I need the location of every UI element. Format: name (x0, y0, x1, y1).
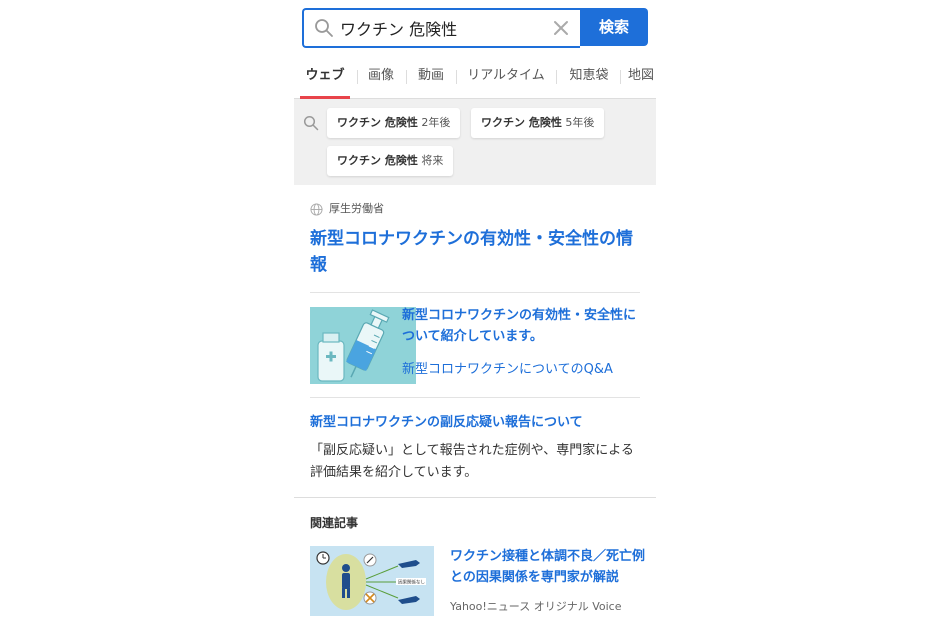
search-tabs: ウェブ 画像 動画 リアルタイム 知恵袋 地図 (294, 56, 656, 99)
search-input[interactable] (340, 14, 540, 42)
section-divider (294, 497, 656, 498)
result-sub-title-2[interactable]: 新型コロナワクチンの副反応疑い報告について (310, 411, 583, 430)
suggestion-bold: ワクチン 危険性 (337, 154, 418, 167)
tab-videos[interactable]: 動画 (414, 56, 448, 98)
search-icon (315, 19, 333, 37)
tab-images[interactable]: 画像 (364, 56, 398, 98)
search-icon (303, 115, 319, 131)
suggestion-rest: 2年後 (421, 116, 451, 129)
tab-web[interactable]: ウェブ (300, 56, 350, 99)
result-site: 厚生労働省 (310, 200, 384, 216)
result-snippet: 「副反応疑い」として報告された症例や、専門家による評価結果を紹介しています。 (310, 443, 634, 480)
tab-realtime[interactable]: リアルタイム (464, 56, 548, 98)
tab-divider (456, 70, 457, 84)
tab-map[interactable]: 地図 (628, 56, 656, 98)
clear-icon[interactable] (552, 19, 570, 37)
divider (310, 397, 640, 398)
tab-divider (357, 70, 358, 84)
related-heading: 関連記事 (310, 516, 359, 530)
suggestion-rest: 将来 (421, 154, 444, 167)
tab-divider (620, 70, 621, 84)
search-button[interactable]: 検索 (580, 8, 648, 46)
suggestion-bold: ワクチン 危険性 (337, 116, 418, 129)
related-searches: ワクチン 危険性 2年後 ワクチン 危険性 5年後 ワクチン 危険性 将来 (294, 99, 656, 185)
globe-icon (310, 202, 323, 216)
result-sub-link[interactable]: 新型コロナワクチンについてのQ&A (402, 358, 613, 377)
related-article-source: Yahoo!ニュース オリジナル Voice (450, 600, 622, 613)
divider (310, 292, 640, 293)
tab-divider (556, 70, 557, 84)
result-sub-title[interactable]: 新型コロナワクチンの有効性・安全性について紹介しています。 (402, 305, 642, 347)
article-thumbnail[interactable]: 因果関係なし (310, 546, 434, 616)
suggestion-chip[interactable]: ワクチン 危険性 2年後 (327, 108, 461, 138)
suggestion-chip[interactable]: ワクチン 危険性 将来 (327, 146, 454, 176)
suggestion-chip[interactable]: ワクチン 危険性 5年後 (471, 108, 605, 138)
related-article-title[interactable]: ワクチン接種と体調不良／死亡例との因果関係を専門家が解説 (450, 546, 650, 588)
vaccine-thumbnail[interactable] (310, 307, 416, 384)
suggestion-bold: ワクチン 危険性 (481, 116, 562, 129)
search-results-page: 検索 ウェブ 画像 動画 リアルタイム 知恵袋 地図 ワクチン 危険性 2年後 … (294, 0, 656, 630)
tab-chiebukuro[interactable]: 知恵袋 (566, 56, 612, 98)
suggestion-rest: 5年後 (565, 116, 595, 129)
search-box[interactable] (302, 8, 580, 48)
result-title-link[interactable]: 新型コロナワクチンの有効性・安全性の情報 (310, 226, 646, 278)
thumbnail-caption: 因果関係なし (398, 579, 425, 586)
tab-divider (406, 70, 407, 84)
search-bar: 検索 (302, 8, 648, 48)
site-name: 厚生労働省 (329, 202, 384, 215)
